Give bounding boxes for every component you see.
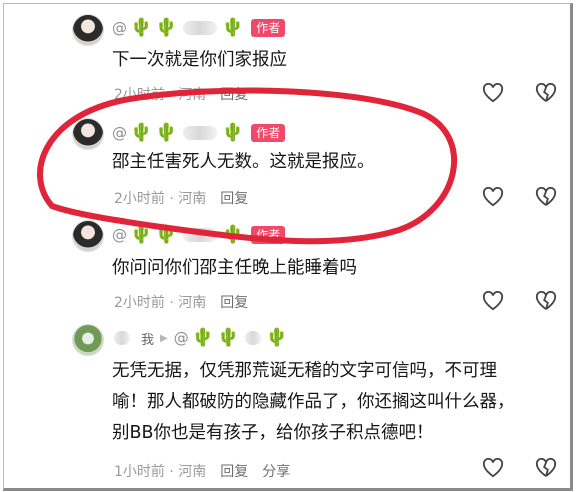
red-annotation-stroke [37,87,458,245]
screenshot-frame: @ 🌵 🌵 🌵 作者 下一次就是你们家报应 2小时前 · 河南 回复 @ 🌵 🌵… [3,3,573,491]
